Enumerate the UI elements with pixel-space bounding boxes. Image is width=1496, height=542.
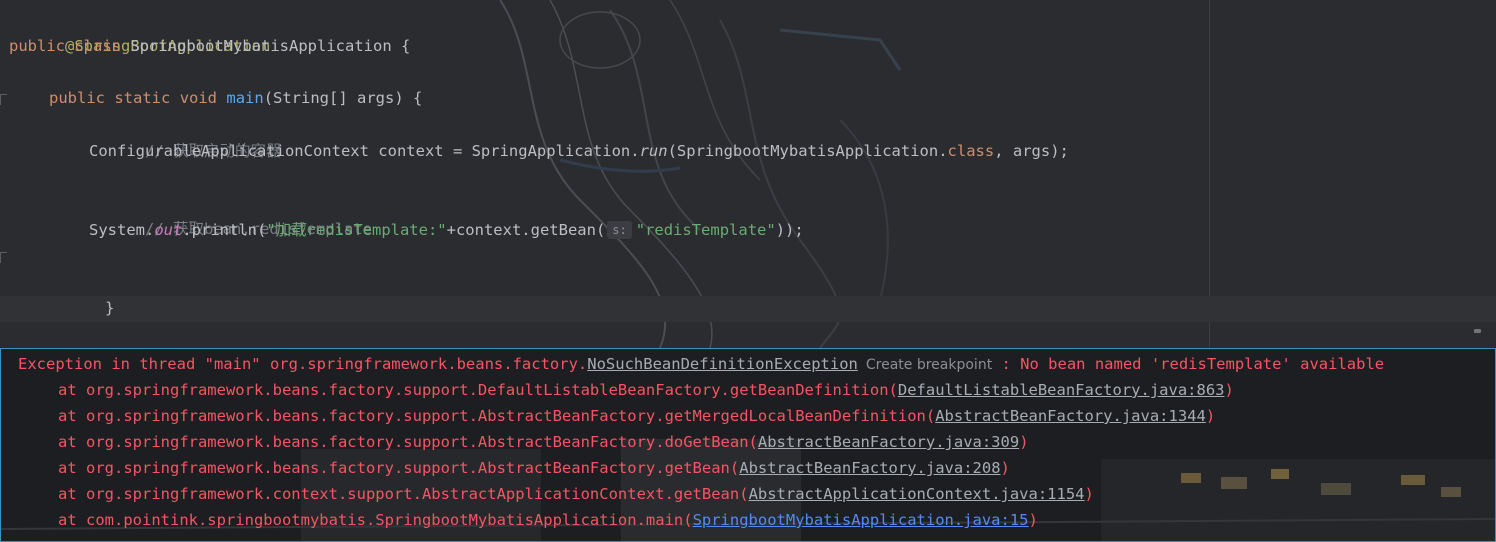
code-token: ConfigurableApplicationContext context =…	[89, 142, 640, 160]
brace-token: }	[105, 299, 115, 317]
code-line-main-declaration[interactable]: public static void main(String[] args) {	[49, 85, 422, 111]
brace-token: {	[401, 37, 411, 55]
code-line-annotation[interactable]: @SpringBootApplication	[9, 7, 270, 55]
trace-text: at org.springframework.beans.factory.sup…	[58, 459, 740, 477]
trace-text: )	[1084, 485, 1094, 503]
string-token: "加载redisTemplate:"	[266, 221, 447, 239]
exception-line: Exception in thread "main" org.springfra…	[18, 351, 1384, 377]
trace-text: at org.springframework.beans.factory.sup…	[58, 407, 936, 425]
code-line-context[interactable]: ConfigurableApplicationContext context =…	[89, 138, 1069, 164]
source-link[interactable]: AbstractBeanFactory.java:208	[739, 459, 1000, 477]
trace-text: )	[1028, 511, 1038, 529]
code-line-println[interactable]: System.out.println("加载redisTemplate:"+co…	[89, 217, 804, 243]
source-link[interactable]: SpringbootMybatisApplication.java:15	[693, 511, 1029, 529]
source-link[interactable]: AbstractBeanFactory.java:309	[758, 433, 1019, 451]
trace-text: )	[1224, 381, 1234, 399]
fold-marker-icon[interactable]	[0, 252, 7, 263]
trace-text: at org.springframework.beans.factory.sup…	[58, 381, 898, 399]
static-field-token: out	[154, 221, 183, 239]
stack-trace-line: at org.springframework.context.support.A…	[58, 481, 1094, 507]
exception-text: Exception in thread "main" org.springfra…	[18, 355, 588, 373]
stack-trace-line: at com.pointink.springbootmybatis.Spring…	[58, 507, 1038, 533]
code-line-comment[interactable]: // 获取启动的容器	[89, 112, 282, 160]
stack-trace-line: at org.springframework.beans.factory.sup…	[58, 429, 1029, 455]
source-link[interactable]: AbstractApplicationContext.java:1154	[749, 485, 1085, 503]
code-token: System.	[89, 221, 155, 239]
code-token: ));	[775, 221, 804, 239]
keyword-token: static	[114, 89, 171, 107]
class-name-token: SpringbootMybatisApplication	[130, 37, 392, 55]
current-line-highlight	[0, 296, 1496, 322]
code-token: (SpringbootMybatisApplication.	[667, 142, 948, 160]
stack-trace-line: at org.springframework.beans.factory.sup…	[58, 403, 1215, 429]
trace-text: at org.springframework.context.support.A…	[58, 485, 749, 503]
code-token: .println(	[182, 221, 267, 239]
params-token: (String[] args) {	[263, 89, 423, 107]
code-token: +context.getBean(	[446, 221, 606, 239]
code-line-close-method[interactable]: }	[49, 269, 114, 317]
inspection-widget-icon[interactable]	[1474, 329, 1481, 333]
trace-text: at org.springframework.beans.factory.sup…	[58, 433, 758, 451]
code-editor[interactable]: @SpringBootApplication public class Spri…	[0, 0, 1496, 348]
keyword-token: public	[9, 37, 65, 55]
code-line-class-declaration[interactable]: public class SpringbootMybatisApplicatio…	[9, 33, 410, 59]
trace-text: )	[1000, 459, 1010, 477]
keyword-token: class	[947, 142, 995, 160]
code-token: , args);	[994, 142, 1069, 160]
parameter-hint: s:	[607, 221, 632, 239]
ide-window: @SpringBootApplication public class Spri…	[0, 0, 1496, 542]
keyword-token: public	[49, 89, 105, 107]
code-line-close-class[interactable]: }	[9, 321, 74, 347]
fold-marker-icon[interactable]	[0, 94, 7, 105]
source-link[interactable]: AbstractBeanFactory.java:1344	[935, 407, 1206, 425]
exception-class-link[interactable]: NoSuchBeanDefinitionException	[587, 355, 858, 373]
trace-text: )	[1019, 433, 1029, 451]
exception-message: : No bean named 'redisTemplate' availabl…	[992, 355, 1385, 373]
trace-text: at com.pointink.springbootmybatis.Spring…	[58, 511, 693, 529]
code-line-comment[interactable]: // 获取bean,redisTemplate	[89, 190, 372, 238]
create-breakpoint-link[interactable]: Create breakpoint	[866, 357, 992, 373]
method-name-token: main	[226, 89, 264, 107]
keyword-token: class	[74, 37, 122, 55]
source-link[interactable]: DefaultListableBeanFactory.java:863	[898, 381, 1225, 399]
stack-trace-line: at org.springframework.beans.factory.sup…	[58, 377, 1234, 403]
static-method-token: run	[639, 142, 668, 160]
trace-text: )	[1205, 407, 1216, 425]
keyword-token: void	[179, 89, 218, 107]
stack-trace-line: at org.springframework.beans.factory.sup…	[58, 455, 1010, 481]
string-token: "redisTemplate"	[635, 221, 776, 239]
run-console[interactable]: Exception in thread "main" org.springfra…	[0, 348, 1496, 542]
